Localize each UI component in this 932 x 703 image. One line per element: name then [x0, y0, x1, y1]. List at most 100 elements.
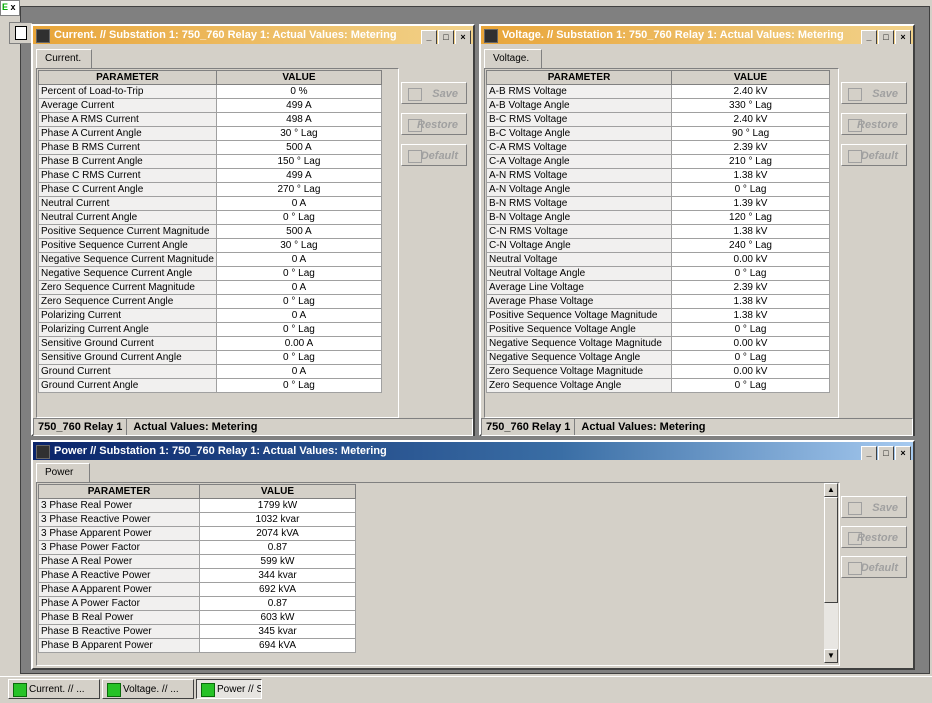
table-row[interactable]: Average Line Voltage 2.39 kV [486, 280, 830, 295]
table-row[interactable]: Negative Sequence Current Magnitude 0 A [38, 252, 383, 267]
table-row[interactable]: Neutral Voltage 0.00 kV [486, 252, 830, 267]
column-header-value[interactable]: VALUE [199, 484, 356, 499]
table-row[interactable]: Phase A Current Angle 30 ° Lag [38, 126, 383, 141]
column-header-value[interactable]: VALUE [671, 70, 830, 85]
table-row[interactable]: Phase A Power Factor 0.87 [38, 596, 356, 611]
table-row[interactable]: B-N RMS Voltage 1.39 kV [486, 196, 830, 211]
table-row[interactable]: C-A Voltage Angle 210 ° Lag [486, 154, 830, 169]
current-window-titlebar[interactable]: Current. // Substation 1: 750_760 Relay … [33, 26, 473, 44]
close-icon[interactable]: × [455, 30, 471, 44]
table-row[interactable]: Neutral Current Angle 0 ° Lag [38, 210, 383, 225]
table-row[interactable]: A-B Voltage Angle 330 ° Lag [486, 98, 830, 113]
table-row[interactable]: Average Current 499 A [38, 98, 383, 113]
minimize-icon[interactable]: _ [421, 30, 437, 44]
parameter-cell: Ground Current [38, 364, 217, 379]
table-row[interactable]: Ground Current Angle 0 ° Lag [38, 378, 383, 393]
parameter-cell: 3 Phase Apparent Power [38, 526, 200, 541]
value-cell: 120 ° Lag [671, 210, 830, 225]
table-row[interactable]: B-C RMS Voltage 2.40 kV [486, 112, 830, 127]
table-row[interactable]: C-N RMS Voltage 1.38 kV [486, 224, 830, 239]
default-button[interactable]: Default [841, 556, 907, 578]
table-row[interactable]: C-N Voltage Angle 240 ° Lag [486, 238, 830, 253]
document-icon[interactable] [9, 22, 33, 44]
save-button[interactable]: Save [841, 82, 907, 104]
table-row[interactable]: Positive Sequence Voltage Magnitude 1.38 … [486, 308, 830, 323]
table-row[interactable]: B-N Voltage Angle 120 ° Lag [486, 210, 830, 225]
column-header-parameter[interactable]: PARAMETER [38, 484, 200, 499]
table-row[interactable]: Phase C RMS Current 499 A [38, 168, 383, 183]
tab-voltage[interactable]: Voltage. [484, 49, 542, 69]
table-row[interactable]: C-A RMS Voltage 2.39 kV [486, 140, 830, 155]
table-row[interactable]: Negative Sequence Current Angle 0 ° Lag [38, 266, 383, 281]
table-row[interactable]: Zero Sequence Voltage Magnitude 0.00 kV [486, 364, 830, 379]
table-row[interactable]: 3 Phase Power Factor 0.87 [38, 540, 356, 555]
restore-button[interactable]: Restore [401, 113, 467, 135]
table-row[interactable]: Phase A Real Power 599 kW [38, 554, 356, 569]
table-row[interactable]: Phase A Reactive Power 344 kvar [38, 568, 356, 583]
value-cell: 0 ° Lag [215, 378, 383, 393]
scroll-thumb[interactable] [824, 497, 838, 603]
table-row[interactable]: Phase B Real Power 603 kW [38, 610, 356, 625]
table-row[interactable]: Average Phase Voltage 1.38 kV [486, 294, 830, 309]
table-row[interactable]: Positive Sequence Voltage Angle 0 ° Lag [486, 322, 830, 337]
column-header-value[interactable]: VALUE [215, 70, 383, 85]
table-row[interactable]: B-C Voltage Angle 90 ° Lag [486, 126, 830, 141]
table-row[interactable]: A-N RMS Voltage 1.38 kV [486, 168, 830, 183]
table-row[interactable]: Neutral Voltage Angle 0 ° Lag [486, 266, 830, 281]
table-row[interactable]: A-B RMS Voltage 2.40 kV [486, 84, 830, 99]
value-cell: 499 A [215, 168, 383, 183]
tab-power[interactable]: Power [36, 463, 90, 483]
taskbar-item-voltage[interactable]: Voltage. // ... [102, 679, 194, 699]
table-row[interactable]: Phase B Apparent Power 694 kVA [38, 638, 356, 653]
minimize-icon[interactable]: _ [861, 30, 877, 44]
column-header-parameter[interactable]: PARAMETER [38, 70, 217, 85]
table-row[interactable]: 3 Phase Apparent Power 2074 kVA [38, 526, 356, 541]
close-icon[interactable]: × [895, 30, 911, 44]
save-button[interactable]: Save [401, 82, 467, 104]
table-row[interactable]: Phase A Apparent Power 692 kVA [38, 582, 356, 597]
table-row[interactable]: Percent of Load-to-Trip 0 % [38, 84, 383, 99]
save-button[interactable]: Save [841, 496, 907, 518]
table-row[interactable]: Phase B Current Angle 150 ° Lag [38, 154, 383, 169]
default-button[interactable]: Default [401, 144, 467, 166]
table-row[interactable]: Negative Sequence Voltage Magnitude 0.00 … [486, 336, 830, 351]
table-row[interactable]: Phase A RMS Current 498 A [38, 112, 383, 127]
scroll-down-icon[interactable]: ▼ [824, 649, 838, 663]
column-header-parameter[interactable]: PARAMETER [486, 70, 672, 85]
close-icon[interactable]: × [895, 446, 911, 460]
table-row[interactable]: Sensitive Ground Current 0.00 A [38, 336, 383, 351]
table-row[interactable]: Positive Sequence Current Magnitude 500 A [38, 224, 383, 239]
maximize-icon[interactable]: □ [438, 30, 454, 44]
maximize-icon[interactable]: □ [878, 30, 894, 44]
power-window-titlebar[interactable]: Power // Substation 1: 750_760 Relay 1: … [33, 442, 913, 460]
table-row[interactable]: 3 Phase Reactive Power 1032 kvar [38, 512, 356, 527]
table-row[interactable]: Negative Sequence Voltage Angle 0 ° Lag [486, 350, 830, 365]
table-row[interactable]: Phase B Reactive Power 345 kvar [38, 624, 356, 639]
table-row[interactable]: 3 Phase Real Power 1799 kW [38, 498, 356, 513]
table-row[interactable]: Polarizing Current Angle 0 ° Lag [38, 322, 383, 337]
table-row[interactable]: Zero Sequence Current Magnitude 0 A [38, 280, 383, 295]
restore-button[interactable]: Restore [841, 526, 907, 548]
taskbar-item-current[interactable]: Current. // ... [8, 679, 100, 699]
table-row[interactable]: Phase C Current Angle 270 ° Lag [38, 182, 383, 197]
table-row[interactable]: Neutral Current 0 A [38, 196, 383, 211]
table-row[interactable]: A-N Voltage Angle 0 ° Lag [486, 182, 830, 197]
voltage-window-titlebar[interactable]: Voltage. // Substation 1: 750_760 Relay … [481, 26, 913, 44]
tab-current[interactable]: Current. [36, 49, 92, 69]
restore-button[interactable]: Restore [841, 113, 907, 135]
minimize-icon[interactable]: _ [861, 446, 877, 460]
vertical-scrollbar[interactable]: ▲ ▼ [823, 483, 838, 663]
maximize-icon[interactable]: □ [878, 446, 894, 460]
table-row[interactable]: Positive Sequence Current Angle 30 ° Lag [38, 238, 383, 253]
table-row[interactable]: Zero Sequence Voltage Angle 0 ° Lag [486, 378, 830, 393]
default-button[interactable]: Default [841, 144, 907, 166]
scroll-up-icon[interactable]: ▲ [824, 483, 838, 497]
table-row[interactable]: Phase B RMS Current 500 A [38, 140, 383, 155]
taskbar-item-power[interactable]: Power // Su... [196, 679, 262, 699]
table-row[interactable]: Sensitive Ground Current Angle 0 ° Lag [38, 350, 383, 365]
table-row[interactable]: Ground Current 0 A [38, 364, 383, 379]
table-row[interactable]: Polarizing Current 0 A [38, 308, 383, 323]
window-title: Current. // Substation 1: 750_760 Relay … [54, 29, 397, 41]
app-control-icon[interactable]: Ex [0, 0, 20, 16]
table-row[interactable]: Zero Sequence Current Angle 0 ° Lag [38, 294, 383, 309]
